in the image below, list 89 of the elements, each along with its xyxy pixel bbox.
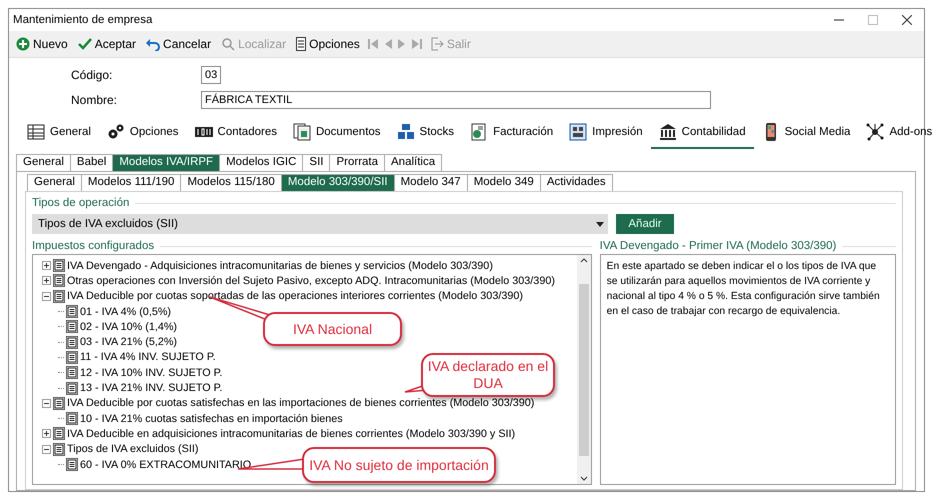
caret-icon — [596, 222, 604, 226]
expand-icon[interactable] — [42, 429, 51, 438]
collapse-icon[interactable] — [42, 444, 51, 454]
tree-item[interactable]: Tipos de IVA excluidos (SII) — [67, 443, 198, 456]
plus-icon — [16, 37, 30, 51]
section-tab[interactable]: Stocks — [388, 117, 462, 149]
list-icon — [66, 350, 78, 364]
section-tab[interactable]: Contadores — [186, 117, 285, 149]
scrollbar[interactable] — [576, 255, 591, 484]
bank-icon — [658, 123, 677, 141]
tree-item[interactable]: 03 - IVA 21% (5,2%) — [80, 336, 178, 348]
list-icon — [66, 305, 78, 318]
section-tab[interactable]: Impresión — [561, 117, 651, 149]
undo-icon — [146, 37, 160, 51]
window-title: Mantenimiento de empresa — [13, 14, 154, 26]
list-icon — [53, 427, 65, 440]
list-icon — [53, 442, 65, 456]
input-field[interactable]: 03 — [201, 66, 221, 84]
invoice-icon — [470, 123, 488, 141]
section-tab[interactable]: Documentos — [284, 117, 389, 149]
tab[interactable]: Modelo 303/390/SII — [280, 174, 395, 191]
last-icon — [410, 37, 423, 51]
printer-icon — [569, 123, 588, 141]
tab[interactable]: General — [27, 174, 82, 191]
list-icon — [66, 320, 78, 334]
section-tab[interactable]: Facturación — [462, 117, 562, 149]
tab[interactable]: Analítica — [384, 154, 442, 171]
tree-item[interactable]: IVA Deducible por cuotas soportadas de las operaciones interiores corrientes (Modelo 303/390) — [67, 290, 523, 302]
section-tab[interactable]: Contabilidad — [650, 117, 754, 149]
field-label: Código: — [71, 68, 114, 82]
list-icon — [53, 290, 65, 303]
toolbar-button[interactable]: Nuevo — [12, 35, 72, 53]
list-icon — [66, 412, 78, 426]
list-icon — [66, 366, 78, 380]
group-legend: Impuestos configurados — [32, 240, 154, 252]
tree-item[interactable]: 60 - IVA 0% EXTRACOMUNITARIO — [80, 458, 252, 470]
toolbar-button[interactable]: Aceptar — [74, 35, 140, 53]
description-text: En este apartado se deben indicar el o los tipos de IVA que se utilizarán para aquellos movimientos de IVA corriente y nacional al tipo 4 % o 5 %. Esta configuración sirve también en el caso de trabajar con recargo de equivalencia. — [600, 254, 896, 485]
network-icon — [866, 123, 884, 141]
list-icon — [66, 336, 78, 349]
tree-item[interactable]: 13 - IVA 21% INV. SUJETO P. — [80, 382, 222, 394]
check-icon — [78, 37, 92, 51]
scroll-thumb[interactable] — [578, 284, 589, 456]
exit-icon — [430, 37, 444, 51]
previous-icon — [382, 37, 393, 51]
tree-item[interactable]: IVA Deducible en adquisiciones intracomunitarias de bienes corrientes (Modelo 303/390 y SII) — [67, 428, 516, 440]
dropdown[interactable]: Tipos de IVA excluidos (SII) — [32, 214, 608, 234]
collapse-icon[interactable] — [42, 292, 51, 301]
gears-icon — [106, 123, 125, 141]
tree-item[interactable]: Otras operaciones con Inversión del Sujeto Pasivo, excepto ADQ. Intracomunitarias (Modelo 303/390) — [67, 274, 555, 287]
tree-item[interactable]: 12 - IVA 10% INV. SUJETO P. — [80, 366, 222, 379]
input-field[interactable]: FÁBRICA TEXTIL — [201, 90, 711, 108]
collapse-icon[interactable] — [42, 398, 51, 408]
tab[interactable]: Modelos IVA/IRPF — [112, 154, 220, 171]
list-icon — [53, 259, 65, 272]
tree-item[interactable]: 10 - IVA 21% cuotas satisfechas en importación bienes — [80, 412, 343, 425]
list-icon — [53, 274, 65, 288]
next-icon — [396, 37, 407, 51]
close-icon[interactable] — [902, 15, 912, 25]
section-tab[interactable]: Add-ons — [858, 117, 940, 149]
section-tab[interactable]: General — [19, 117, 99, 149]
tab[interactable]: General — [16, 154, 71, 171]
field-label: Nombre: — [71, 92, 118, 106]
group-legend: IVA Devengado - Primer IVA (Modelo 303/390) — [600, 240, 836, 252]
list-icon — [66, 458, 78, 471]
documents-icon — [292, 123, 311, 141]
tree-item[interactable]: IVA Devengado - Adquisiciones intracomunitarias de bienes y servicios (Modelo 303/390) — [67, 260, 493, 272]
section-tab[interactable]: Social Media — [754, 117, 858, 149]
group-legend: Tipos de operación — [32, 197, 130, 209]
toolbar-button[interactable]: Opciones — [292, 35, 364, 53]
table-icon — [27, 123, 45, 141]
tree-item[interactable]: 01 - IVA 4% (0,5%) — [80, 306, 172, 318]
toolbar-button[interactable]: Cancelar — [142, 35, 216, 53]
list-icon — [296, 37, 306, 51]
expand-icon[interactable] — [42, 261, 51, 270]
boxes-icon — [396, 123, 415, 141]
first-icon — [366, 37, 379, 51]
tab[interactable]: Actividades — [540, 174, 613, 191]
section-tab[interactable]: Opciones — [98, 117, 187, 149]
callout: IVA Nacional — [263, 312, 402, 346]
tree-item[interactable]: 11 - IVA 4% INV. SUJETO P. — [80, 351, 216, 364]
list-icon — [53, 396, 65, 410]
tree-item[interactable]: IVA Deducible por cuotas satisfechas en las importaciones de bienes corrientes (Modelo 303/390) — [67, 397, 534, 410]
callout: IVA No sujeto de importación — [302, 447, 496, 483]
search-icon — [221, 37, 236, 51]
expand-icon[interactable] — [42, 276, 51, 286]
tree-item[interactable]: 02 - IVA 10% (1,4%) — [80, 320, 178, 333]
add-button[interactable]: Añadir — [616, 214, 674, 234]
list-icon — [66, 382, 78, 395]
